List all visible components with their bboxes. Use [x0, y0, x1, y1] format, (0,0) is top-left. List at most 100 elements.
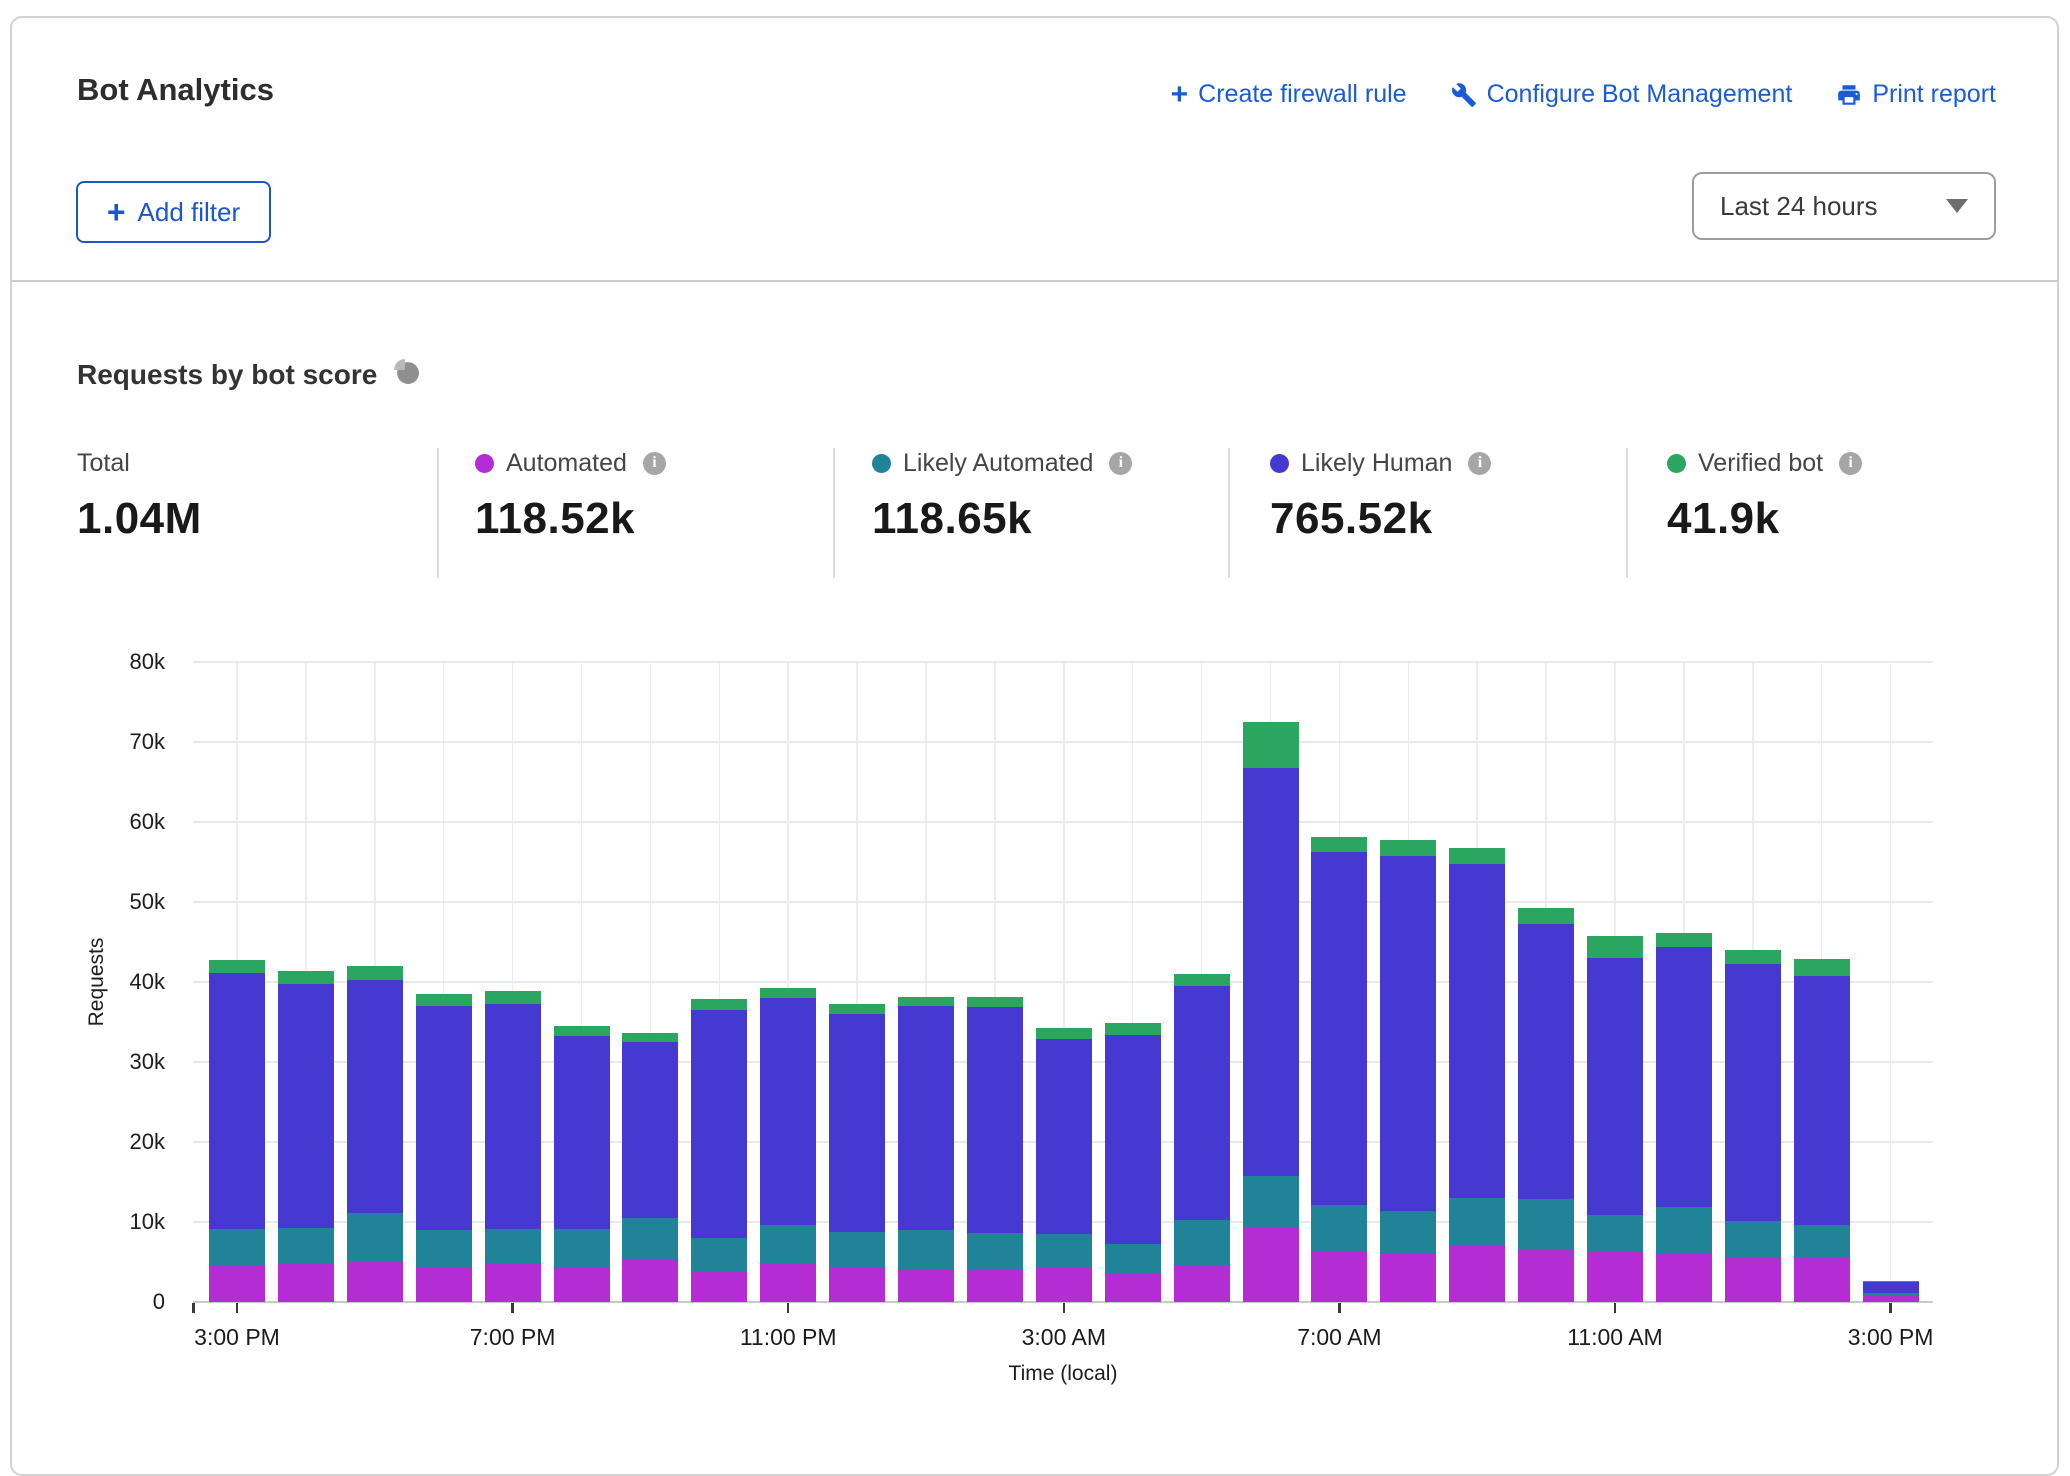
bar-segment[interactable] — [1036, 1039, 1092, 1234]
bar-segment[interactable] — [347, 980, 403, 1214]
bar-segment[interactable] — [1449, 864, 1505, 1198]
bar-segment[interactable] — [829, 1004, 885, 1014]
bar-segment[interactable] — [760, 1225, 816, 1263]
bar-segment[interactable] — [209, 1265, 265, 1302]
bar-segment[interactable] — [347, 1262, 403, 1302]
bar-segment[interactable] — [898, 1270, 954, 1302]
bar-segment[interactable] — [1587, 936, 1643, 958]
bar-segment[interactable] — [1105, 1273, 1161, 1302]
bar-segment[interactable] — [691, 1010, 747, 1238]
bar-segment[interactable] — [1587, 1252, 1643, 1302]
bar-segment[interactable] — [1587, 1215, 1643, 1253]
bar-segment[interactable] — [622, 1218, 678, 1259]
bar-segment[interactable] — [622, 1259, 678, 1302]
bar-segment[interactable] — [485, 1004, 541, 1230]
stacked-bar-chart[interactable]: 010k20k30k40k50k60k70k80k3:00 PM7:00 PM1… — [193, 662, 1933, 1302]
bar-segment[interactable] — [347, 966, 403, 980]
bar-segment[interactable] — [1243, 722, 1299, 768]
bar-segment[interactable] — [209, 973, 265, 1229]
bar-segment[interactable] — [829, 1232, 885, 1267]
bar-segment[interactable] — [554, 1036, 610, 1230]
bar-segment[interactable] — [554, 1267, 610, 1302]
bar-segment[interactable] — [1863, 1293, 1919, 1295]
bar-segment[interactable] — [1725, 964, 1781, 1221]
bar-segment[interactable] — [691, 1272, 747, 1302]
bar-segment[interactable] — [1794, 1257, 1850, 1302]
bar-segment[interactable] — [622, 1042, 678, 1218]
bar-segment[interactable] — [416, 1268, 472, 1302]
bar-segment[interactable] — [898, 997, 954, 1006]
bar-segment[interactable] — [898, 1230, 954, 1270]
bar-segment[interactable] — [1174, 1220, 1230, 1265]
bar-segment[interactable] — [209, 1229, 265, 1265]
bar-segment[interactable] — [1174, 1265, 1230, 1302]
bar-segment[interactable] — [1794, 1225, 1850, 1257]
bar-segment[interactable] — [1518, 908, 1574, 924]
bar-segment[interactable] — [1311, 837, 1367, 852]
info-icon[interactable]: i — [1468, 452, 1491, 475]
bar-segment[interactable] — [1656, 1207, 1712, 1253]
info-icon[interactable]: i — [643, 452, 666, 475]
bar-segment[interactable] — [1380, 840, 1436, 856]
bar-segment[interactable] — [691, 999, 747, 1010]
bar-segment[interactable] — [209, 960, 265, 973]
bar-segment[interactable] — [1725, 1221, 1781, 1258]
bar-segment[interactable] — [1105, 1244, 1161, 1274]
bar-segment[interactable] — [1105, 1035, 1161, 1244]
bar-segment[interactable] — [760, 998, 816, 1225]
bar-segment[interactable] — [967, 997, 1023, 1007]
print-report-link[interactable]: Print report — [1836, 80, 1996, 109]
bar-segment[interactable] — [898, 1006, 954, 1230]
bar-segment[interactable] — [1243, 768, 1299, 1176]
bar-segment[interactable] — [485, 1263, 541, 1302]
bar-segment[interactable] — [1036, 1028, 1092, 1039]
add-filter-button[interactable]: + Add filter — [76, 181, 271, 243]
time-range-select[interactable]: Last 24 hours — [1692, 172, 1996, 240]
bar-segment[interactable] — [760, 1263, 816, 1302]
bar-segment[interactable] — [485, 991, 541, 1003]
bar-segment[interactable] — [1449, 1198, 1505, 1245]
bar-segment[interactable] — [622, 1033, 678, 1042]
bar-segment[interactable] — [1518, 924, 1574, 1198]
bar-segment[interactable] — [416, 994, 472, 1006]
bar-segment[interactable] — [1863, 1282, 1919, 1293]
bar-segment[interactable] — [1105, 1023, 1161, 1035]
bar-segment[interactable] — [829, 1267, 885, 1302]
create-firewall-rule-link[interactable]: + Create firewall rule — [1171, 80, 1407, 109]
bar-segment[interactable] — [278, 1228, 334, 1264]
bar-segment[interactable] — [1656, 947, 1712, 1207]
bar-segment[interactable] — [1380, 1253, 1436, 1302]
bar-segment[interactable] — [1794, 976, 1850, 1226]
bar-segment[interactable] — [1518, 1199, 1574, 1250]
bar-segment[interactable] — [1518, 1250, 1574, 1302]
bar-segment[interactable] — [278, 1264, 334, 1302]
bar-segment[interactable] — [554, 1229, 610, 1267]
bar-segment[interactable] — [1380, 856, 1436, 1210]
bar-segment[interactable] — [1725, 1258, 1781, 1302]
info-icon[interactable]: i — [1839, 452, 1862, 475]
bar-segment[interactable] — [485, 1229, 541, 1263]
bar-segment[interactable] — [1725, 950, 1781, 964]
bar-segment[interactable] — [967, 1007, 1023, 1233]
bar-segment[interactable] — [1656, 1253, 1712, 1302]
bar-segment[interactable] — [416, 1230, 472, 1268]
bar-segment[interactable] — [1036, 1268, 1092, 1302]
bar-segment[interactable] — [1036, 1234, 1092, 1268]
bar-segment[interactable] — [1449, 848, 1505, 863]
bar-segment[interactable] — [1794, 959, 1850, 976]
info-icon[interactable]: i — [1109, 452, 1132, 475]
bar-segment[interactable] — [347, 1213, 403, 1262]
bar-segment[interactable] — [1311, 1205, 1367, 1251]
bar-segment[interactable] — [1243, 1228, 1299, 1302]
bar-segment[interactable] — [278, 971, 334, 984]
bar-segment[interactable] — [967, 1233, 1023, 1269]
bar-segment[interactable] — [1311, 1252, 1367, 1302]
bar-segment[interactable] — [829, 1014, 885, 1232]
bar-segment[interactable] — [278, 984, 334, 1228]
bar-segment[interactable] — [1174, 974, 1230, 986]
bar-segment[interactable] — [1863, 1295, 1919, 1302]
bar-segment[interactable] — [416, 1006, 472, 1230]
bar-segment[interactable] — [1311, 852, 1367, 1205]
bar-segment[interactable] — [1380, 1211, 1436, 1253]
bar-segment[interactable] — [1587, 958, 1643, 1215]
